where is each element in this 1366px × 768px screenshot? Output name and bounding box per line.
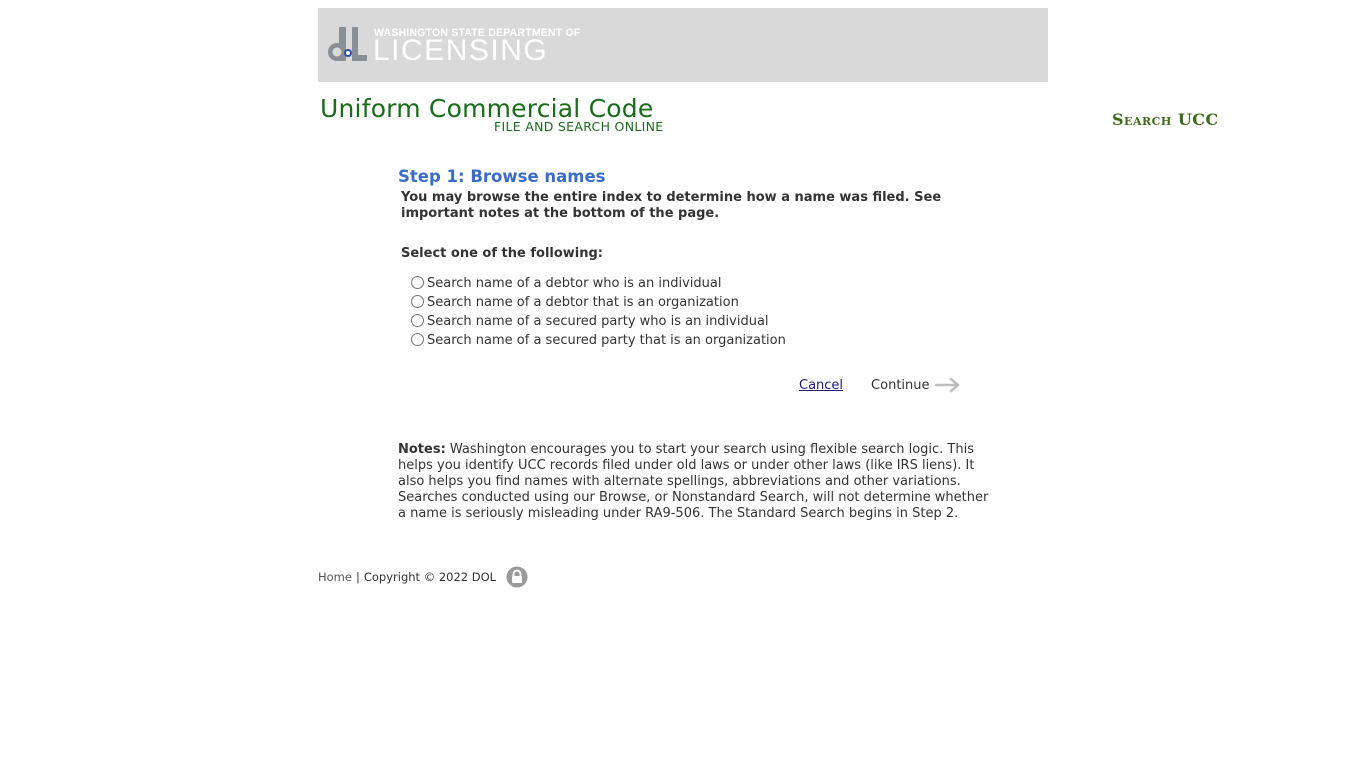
lock-icon[interactable]: [506, 566, 528, 588]
step-actions: Cancel Continue: [799, 377, 961, 393]
dol-logo-mark-icon: [328, 27, 367, 61]
notes-heading: Notes:: [398, 442, 446, 457]
footer-copyright: Copyright © 2022 DOL: [363, 570, 497, 584]
option-label: Search name of a debtor who is an indivi…: [427, 276, 722, 291]
option-secured-party-individual[interactable]: Search name of a secured party who is an…: [410, 312, 786, 331]
cancel-link[interactable]: Cancel: [799, 378, 843, 393]
radio-debtor-individual[interactable]: [411, 276, 424, 289]
continue-button[interactable]: Continue: [871, 377, 960, 393]
nav-search-ucc-link[interactable]: Search UCC: [1112, 110, 1219, 129]
footer: Home | Copyright © 2022 DOL: [318, 566, 528, 588]
dol-logo[interactable]: WASHINGTON STATE DEPARTMENT OF LICENSING: [327, 27, 580, 67]
header-banner: WASHINGTON STATE DEPARTMENT OF LICENSING: [318, 8, 1048, 82]
step-description: You may browse the entire index to deter…: [401, 190, 942, 221]
radio-secured-party-organization[interactable]: [411, 333, 424, 346]
radio-debtor-organization[interactable]: [411, 295, 424, 308]
radio-secured-party-individual[interactable]: [411, 314, 424, 327]
option-debtor-organization[interactable]: Search name of a debtor that is an organ…: [410, 293, 786, 312]
notes-section: Notes: Washington encourages you to star…: [398, 442, 993, 522]
select-label: Select one of the following:: [401, 246, 604, 261]
option-debtor-individual[interactable]: Search name of a debtor who is an indivi…: [410, 274, 786, 293]
option-secured-party-organization[interactable]: Search name of a secured party that is a…: [410, 331, 786, 350]
page-subtitle: FILE AND SEARCH ONLINE: [494, 119, 664, 134]
notes-text: Washington encourages you to start your …: [398, 442, 989, 521]
continue-label: Continue: [871, 377, 930, 393]
logo-text-licensing: LICENSING: [373, 34, 549, 67]
option-label: Search name of a debtor that is an organ…: [427, 295, 739, 310]
footer-home-link[interactable]: Home: [318, 570, 352, 584]
arrow-right-icon: [934, 377, 959, 393]
search-type-options: Search name of a debtor who is an indivi…: [410, 274, 786, 350]
option-label: Search name of a secured party that is a…: [427, 333, 786, 348]
footer-separator: |: [355, 570, 360, 584]
option-label: Search name of a secured party who is an…: [427, 314, 769, 329]
step-title: Step 1: Browse names: [398, 167, 606, 186]
